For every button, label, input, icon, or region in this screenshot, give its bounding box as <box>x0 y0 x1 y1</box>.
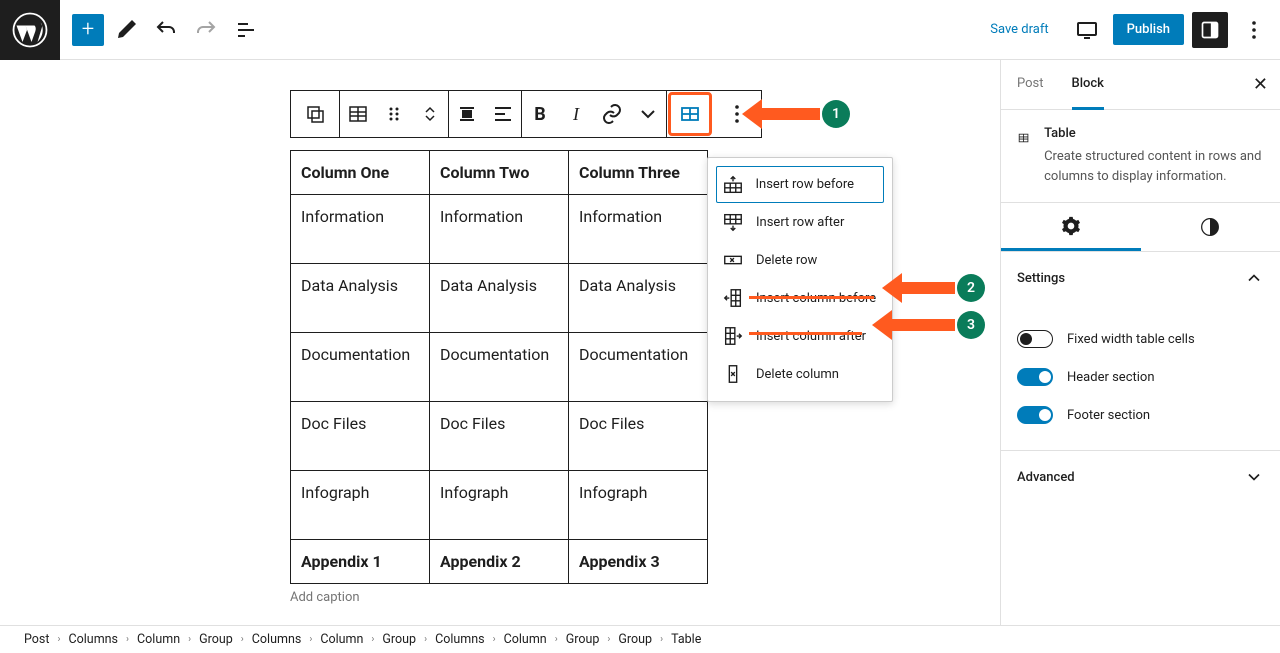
editor-canvas: B I Column One Column Two Column Three I… <box>0 60 1000 653</box>
breadcrumb-item[interactable]: Columns <box>69 632 119 647</box>
fixed-width-toggle[interactable] <box>1017 330 1053 348</box>
annotation-arrow-2: 2 <box>900 273 955 303</box>
table-cell[interactable]: Information <box>569 195 708 264</box>
breadcrumb-item[interactable]: Group <box>199 632 233 647</box>
annotation-underline-2 <box>749 296 874 299</box>
table-block[interactable]: Column One Column Two Column Three Infor… <box>290 150 708 605</box>
settings-section-label: Settings <box>1017 271 1065 286</box>
more-rich-text-button[interactable] <box>630 91 666 137</box>
table-cell[interactable]: Information <box>291 195 430 264</box>
document-overview-button[interactable] <box>228 12 264 48</box>
block-title: Table <box>1044 126 1264 141</box>
table-cell[interactable]: Doc Files <box>569 402 708 471</box>
table-icon <box>1017 126 1030 150</box>
annotation-arrow-3: 3 <box>890 310 955 340</box>
table-cell[interactable]: Data Analysis <box>569 264 708 333</box>
wordpress-logo[interactable] <box>0 0 60 60</box>
header-section-toggle[interactable] <box>1017 368 1053 386</box>
block-description: Create structured content in rows and co… <box>1044 147 1264 186</box>
gear-icon <box>1061 216 1081 236</box>
editor-topbar: + Save draft Publish <box>0 0 1280 60</box>
settings-subtab[interactable] <box>1001 203 1141 251</box>
footer-section-label: Footer section <box>1067 408 1150 423</box>
table-cell[interactable]: Data Analysis <box>430 264 569 333</box>
table-caption[interactable]: Add caption <box>290 584 708 605</box>
table-cell[interactable]: Infograph <box>569 471 708 540</box>
breadcrumb-item[interactable]: Column <box>320 632 363 647</box>
styles-icon <box>1200 217 1220 237</box>
chevron-up-icon[interactable] <box>1244 268 1264 288</box>
breadcrumb-item[interactable]: Post <box>24 632 49 647</box>
delete-row-item[interactable]: Delete row <box>716 241 884 279</box>
breadcrumb-item[interactable]: Column <box>137 632 180 647</box>
breadcrumb-item[interactable]: Columns <box>435 632 485 647</box>
fixed-width-label: Fixed width table cells <box>1067 332 1195 347</box>
table-cell[interactable]: Documentation <box>569 333 708 402</box>
edit-table-button[interactable] <box>668 92 712 136</box>
insert-column-after-item[interactable]: Insert column after <box>716 317 884 355</box>
table-block-icon[interactable] <box>340 91 376 137</box>
settings-sidebar: Post Block ✕ Table Create structured con… <box>1000 60 1280 653</box>
edit-table-dropdown: Insert row before Insert row after Delet… <box>707 157 893 402</box>
close-sidebar-button[interactable]: ✕ <box>1253 74 1268 95</box>
chevron-down-icon[interactable] <box>1244 467 1264 487</box>
text-align-button[interactable] <box>485 91 521 137</box>
table-header[interactable]: Column Two <box>430 151 569 195</box>
tools-button[interactable] <box>108 12 144 48</box>
publish-button[interactable]: Publish <box>1113 14 1184 45</box>
breadcrumb-item[interactable]: Column <box>504 632 547 647</box>
insert-row-after-item[interactable]: Insert row after <box>716 203 884 241</box>
breadcrumb-item[interactable]: Group <box>618 632 652 647</box>
drag-handle[interactable] <box>376 91 412 137</box>
breadcrumb-item[interactable]: Table <box>671 632 701 647</box>
redo-button[interactable] <box>188 12 224 48</box>
insert-row-before-item[interactable]: Insert row before <box>716 166 884 203</box>
header-section-label: Header section <box>1067 370 1155 385</box>
table-header[interactable]: Column Three <box>569 151 708 195</box>
delete-column-item[interactable]: Delete column <box>716 355 884 393</box>
table-header[interactable]: Column One <box>291 151 430 195</box>
select-parent-button[interactable] <box>291 91 339 137</box>
breadcrumb-item[interactable]: Group <box>382 632 416 647</box>
add-block-button[interactable]: + <box>72 14 104 46</box>
annotation-underline-3 <box>749 332 862 335</box>
block-breadcrumb: Post› Columns› Column› Group› Columns› C… <box>0 625 1280 653</box>
table-cell[interactable]: Data Analysis <box>291 264 430 333</box>
table-cell[interactable]: Infograph <box>291 471 430 540</box>
annotation-arrow-1: 1 <box>760 99 820 129</box>
table-cell[interactable]: Doc Files <box>291 402 430 471</box>
table-footer[interactable]: Appendix 1 <box>291 540 430 584</box>
block-toolbar: B I <box>290 90 761 138</box>
options-button[interactable] <box>1236 12 1272 48</box>
tab-block[interactable]: Block <box>1072 60 1104 110</box>
table-cell[interactable]: Information <box>430 195 569 264</box>
link-button[interactable] <box>594 91 630 137</box>
table-footer[interactable]: Appendix 3 <box>569 540 708 584</box>
align-button[interactable] <box>449 91 485 137</box>
bold-button[interactable]: B <box>522 91 558 137</box>
undo-button[interactable] <box>148 12 184 48</box>
table-cell[interactable]: Infograph <box>430 471 569 540</box>
advanced-section-label: Advanced <box>1017 470 1075 485</box>
settings-panel-toggle[interactable] <box>1192 12 1228 48</box>
save-draft-button[interactable]: Save draft <box>978 22 1060 37</box>
styles-subtab[interactable] <box>1141 203 1280 251</box>
move-buttons[interactable] <box>412 91 448 137</box>
table-cell[interactable]: Documentation <box>291 333 430 402</box>
breadcrumb-item[interactable]: Group <box>566 632 600 647</box>
preview-button[interactable] <box>1069 12 1105 48</box>
table-footer[interactable]: Appendix 2 <box>430 540 569 584</box>
italic-button[interactable]: I <box>558 91 594 137</box>
breadcrumb-item[interactable]: Columns <box>252 632 302 647</box>
tab-post[interactable]: Post <box>1017 60 1044 109</box>
footer-section-toggle[interactable] <box>1017 406 1053 424</box>
table-cell[interactable]: Doc Files <box>430 402 569 471</box>
table-cell[interactable]: Documentation <box>430 333 569 402</box>
